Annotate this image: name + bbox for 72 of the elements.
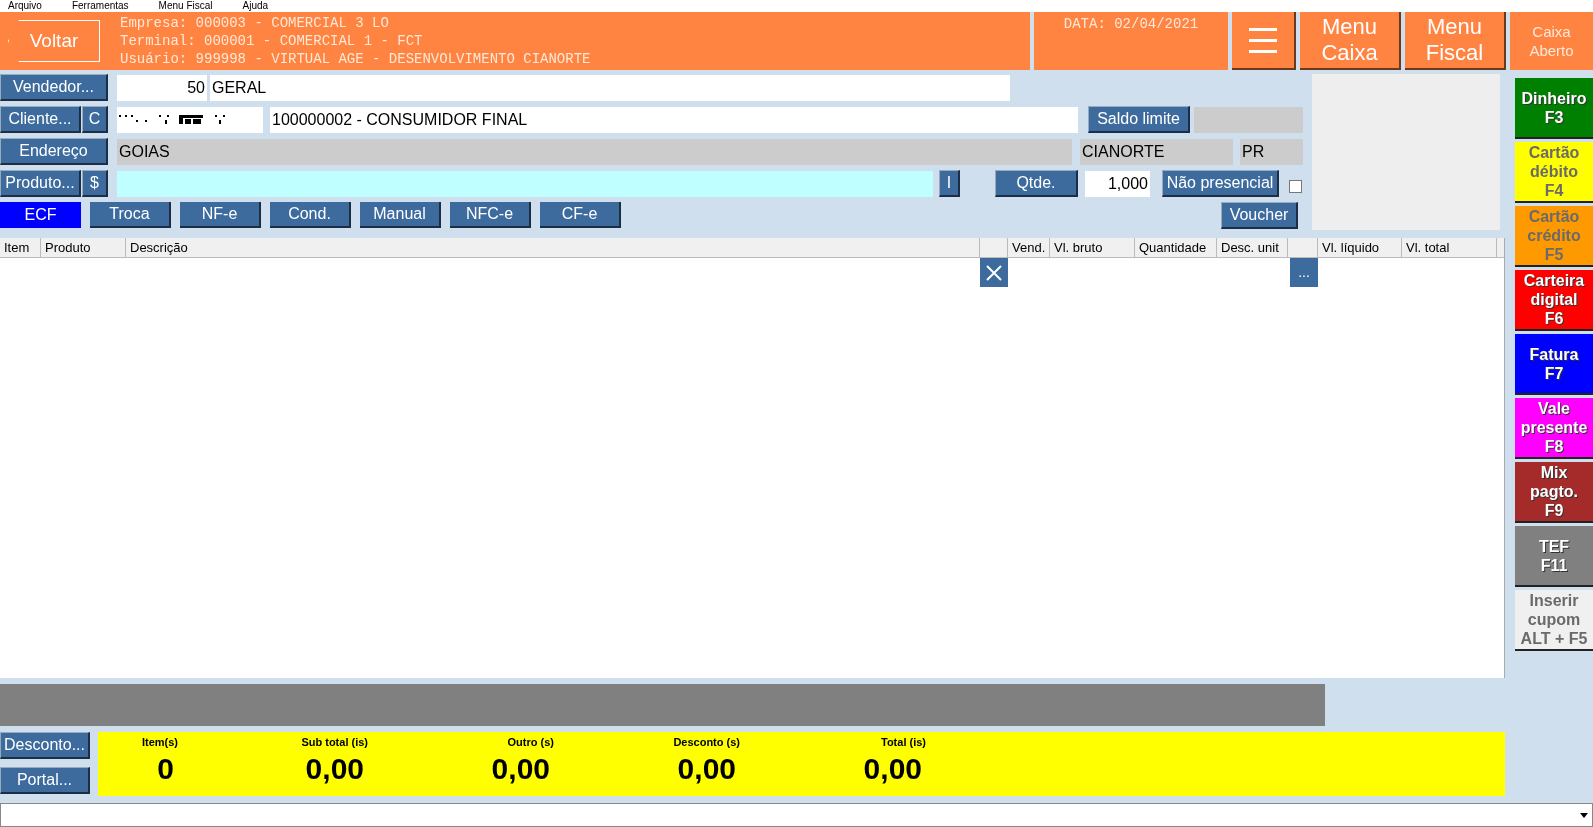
- payment-button[interactable]: Fatura F7: [1515, 334, 1593, 395]
- total-value: 0,00: [491, 750, 551, 787]
- column-header[interactable]: Vl. bruto: [1050, 238, 1135, 257]
- column-header[interactable]: Vl. total: [1402, 238, 1497, 257]
- document-tab[interactable]: Cond.: [270, 202, 351, 228]
- date-text: DATA: 02/04/2021: [1063, 15, 1199, 32]
- total-value: 0,00: [677, 750, 737, 787]
- total-label: Sub total (is): [301, 735, 368, 750]
- payment-button[interactable]: Vale presente F8: [1515, 398, 1593, 459]
- vendedor-button[interactable]: Vendedor...: [0, 74, 108, 101]
- bottom-action-button[interactable]: Desconto...: [0, 732, 90, 759]
- total-value: 0,00: [863, 750, 923, 787]
- document-tab[interactable]: NFC-e: [450, 202, 531, 228]
- header-info-line: Terminal: 000001 - COMERCIAL 1 - FCT: [120, 32, 424, 50]
- close-icon: [986, 264, 1002, 281]
- cliente-name-field[interactable]: 100000002 - CONSUMIDOR FINAL: [270, 106, 1078, 133]
- cliente-code-field[interactable]: [117, 106, 263, 133]
- header-info-line: Empresa: 000003 - COMERCIAL 3 LO: [120, 14, 390, 32]
- payment-button[interactable]: Cartão débito F4: [1515, 142, 1593, 203]
- city-field: CIANORTE: [1080, 138, 1233, 165]
- menu-item[interactable]: Menu Fiscal: [158, 0, 213, 12]
- total-label: Item(s): [141, 735, 178, 750]
- nao-presencial-button[interactable]: Não presencial: [1162, 170, 1279, 197]
- payment-button[interactable]: TEF F11: [1515, 526, 1593, 587]
- document-tab[interactable]: CF-e: [540, 202, 621, 228]
- total-label: Desconto (s): [673, 735, 740, 750]
- column-header[interactable]: Descrição: [126, 238, 980, 257]
- column-header[interactable]: Quantidade: [1135, 238, 1217, 257]
- vendedor-code-field[interactable]: 50: [117, 74, 207, 101]
- total-value: 0,00: [305, 750, 365, 787]
- header-info-line: Usuário: 999998 - VIRTUAL AGE - DESENVOLVIMENTO CIANORTE: [120, 50, 591, 68]
- column-header[interactable]: Desc. unit: [1217, 238, 1288, 257]
- voucher-button[interactable]: Voucher: [1221, 201, 1298, 229]
- dropdown-arrow-icon: [1580, 812, 1588, 818]
- total-value: 0: [157, 750, 175, 787]
- qtde-button[interactable]: Qtde.: [995, 170, 1078, 197]
- document-tab[interactable]: Manual: [360, 202, 441, 228]
- product-search-field[interactable]: [117, 170, 933, 197]
- quantity-field[interactable]: 1,000: [1085, 170, 1150, 197]
- more-button[interactable]: ...: [1290, 258, 1318, 287]
- cliente-button[interactable]: Cliente...: [0, 106, 81, 133]
- payment-button[interactable]: Dinheiro F3: [1515, 78, 1593, 139]
- nao-presencial-checkbox[interactable]: [1289, 180, 1302, 193]
- payment-button[interactable]: Inserir cupom ALT + F5: [1515, 590, 1593, 651]
- bottom-action-button[interactable]: Portal...: [0, 767, 90, 794]
- total-label: Outro (s): [507, 735, 554, 750]
- menu-item[interactable]: Ajuda: [242, 0, 269, 12]
- saldo-limite-button[interactable]: Saldo limite: [1088, 106, 1190, 133]
- column-header[interactable]: Vend.: [1008, 238, 1050, 257]
- column-header[interactable]: Produto: [41, 238, 126, 257]
- menu-item[interactable]: Ferramentas: [71, 0, 129, 12]
- total-label: Total (is): [881, 735, 926, 750]
- status-field[interactable]: [0, 803, 1593, 827]
- document-tab[interactable]: NF-e: [180, 202, 261, 228]
- endereco-button[interactable]: Endereço: [0, 138, 108, 165]
- payment-button[interactable]: Carteira digital F6: [1515, 270, 1593, 331]
- price-button[interactable]: $: [82, 170, 108, 197]
- column-header[interactable]: Vl. líquido: [1318, 238, 1402, 257]
- remove-item-button[interactable]: [980, 258, 1008, 287]
- info-button[interactable]: I: [939, 170, 960, 197]
- produto-button[interactable]: Produto...: [0, 170, 81, 197]
- menu-item[interactable]: Arquivo: [8, 0, 42, 12]
- document-tab[interactable]: Troca: [90, 202, 171, 228]
- address-field: GOIAS: [117, 138, 1072, 165]
- column-header[interactable]: Item: [0, 238, 41, 257]
- menu-icon[interactable]: [1232, 12, 1296, 70]
- state-field: PR: [1240, 138, 1303, 165]
- c-button[interactable]: C: [82, 106, 108, 133]
- document-tab[interactable]: ECF: [0, 202, 81, 228]
- cash-status-panel: Caixa Aberto: [1510, 12, 1593, 70]
- vendedor-name-field[interactable]: GERAL: [210, 74, 1010, 101]
- payment-button[interactable]: Mix pagto. F9: [1515, 462, 1593, 523]
